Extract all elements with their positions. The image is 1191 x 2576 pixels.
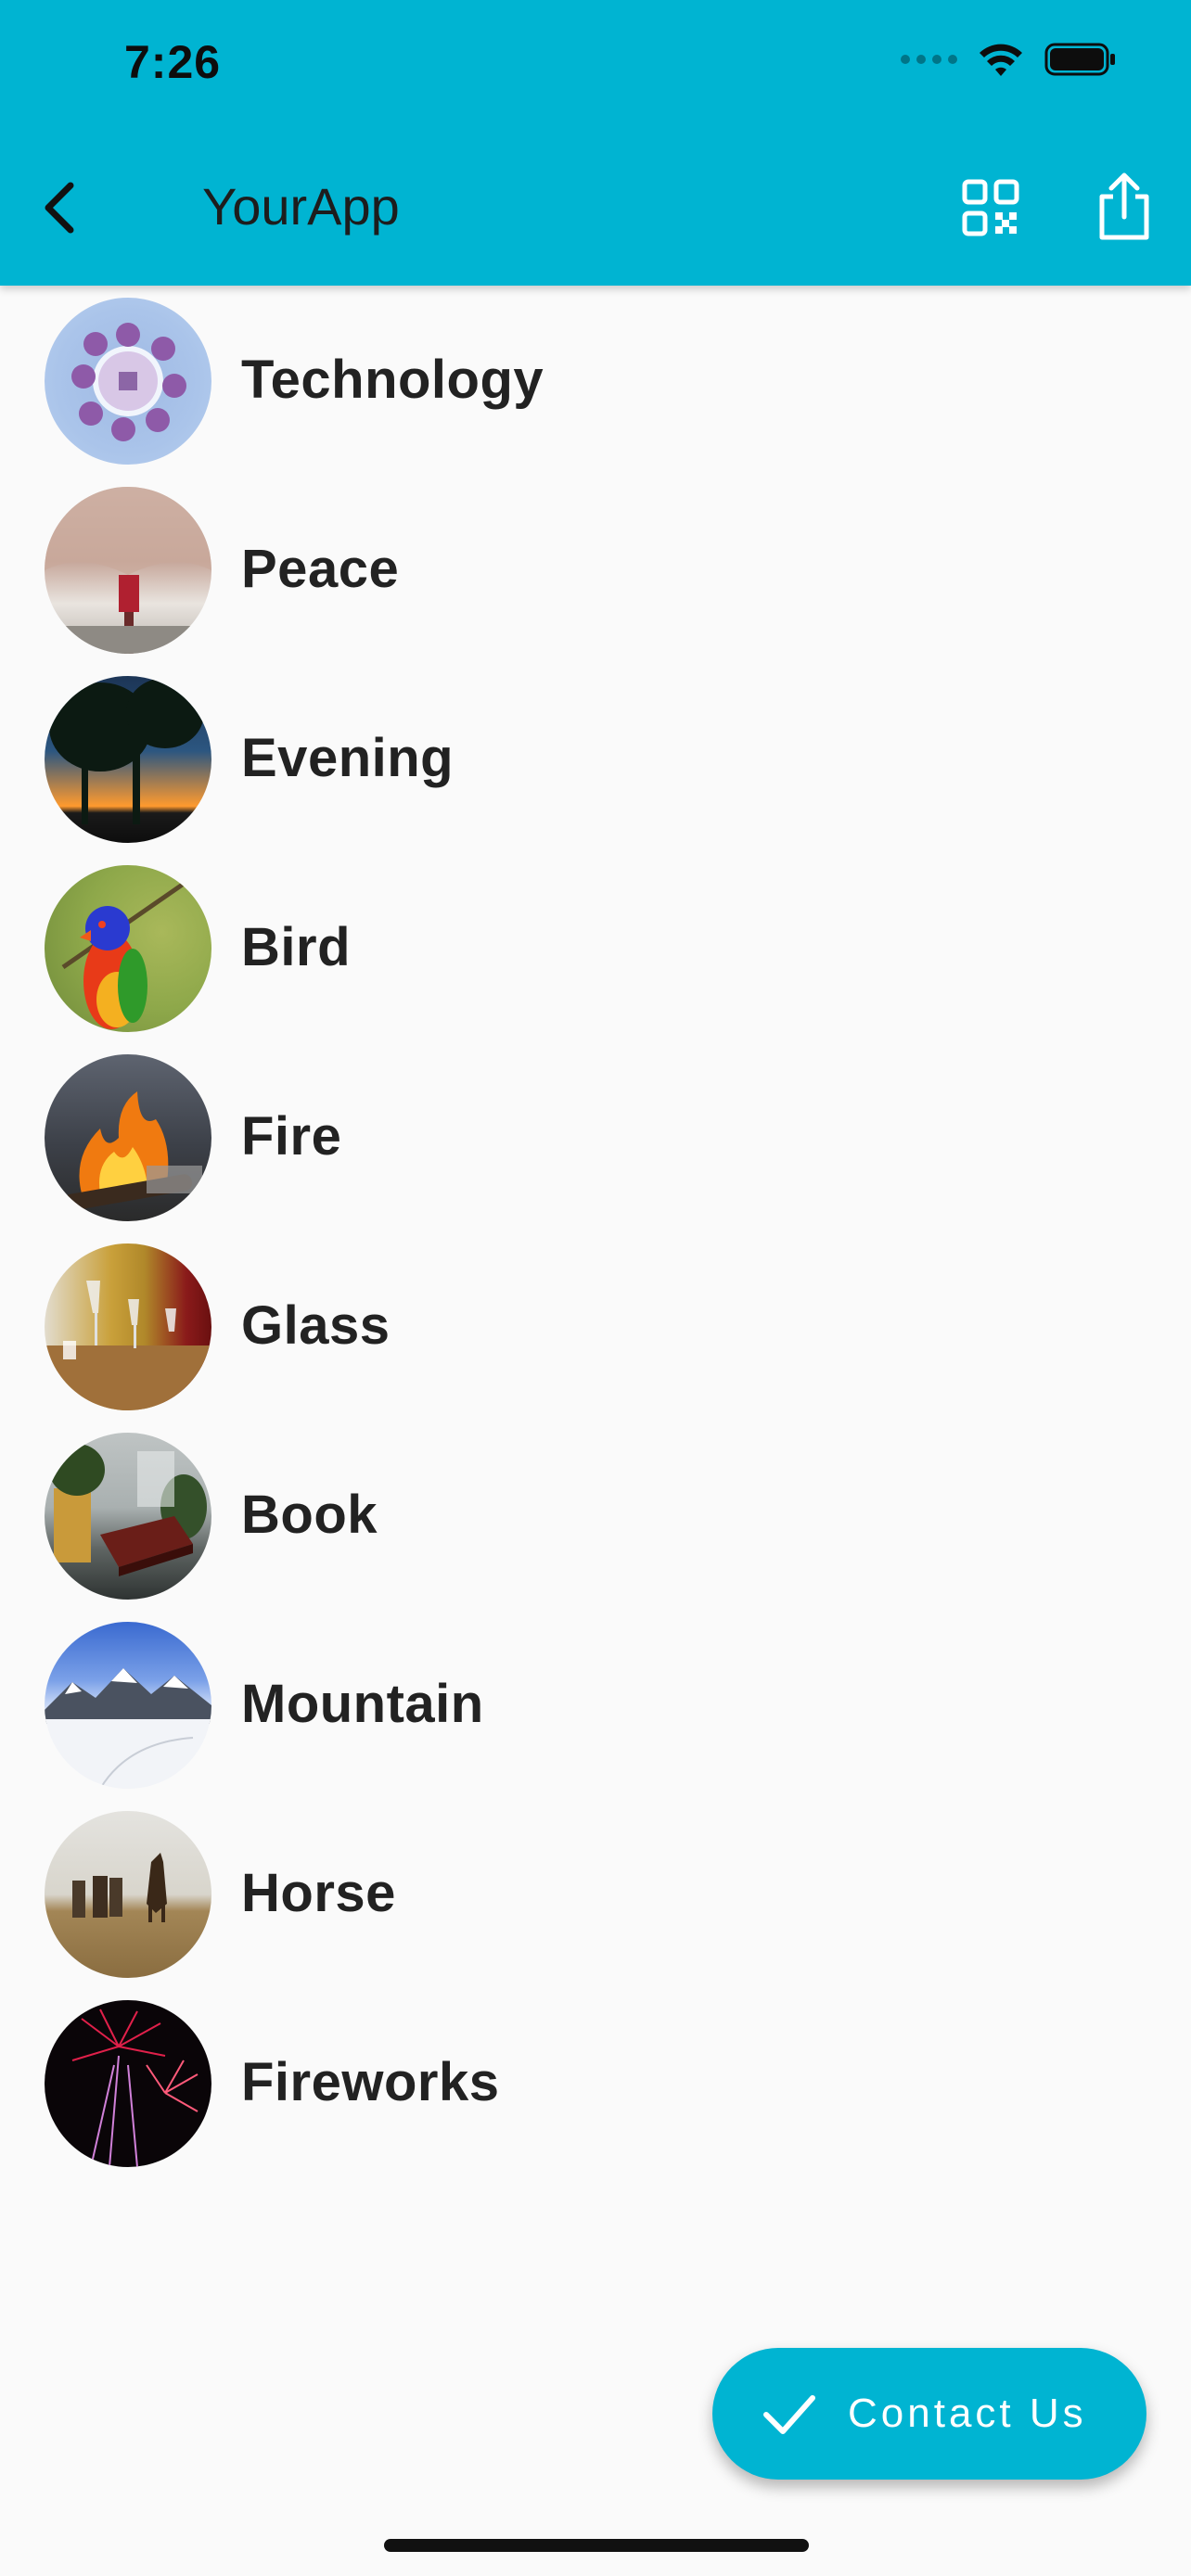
- cellular-signal-icon: [901, 55, 957, 64]
- home-indicator[interactable]: [384, 2539, 809, 2552]
- bird-avatar: [45, 865, 211, 1032]
- share-icon[interactable]: [1095, 171, 1154, 243]
- list-item-horse[interactable]: Horse: [0, 1801, 1191, 1990]
- peace-avatar: [45, 487, 211, 654]
- topic-list: Technology Peace Evening Bird Fire Glass…: [0, 287, 1191, 2179]
- list-item-label: Book: [241, 1485, 378, 1545]
- status-icons: [901, 41, 1117, 78]
- back-button[interactable]: [33, 172, 89, 243]
- list-item-mountain[interactable]: Mountain: [0, 1612, 1191, 1801]
- list-item-label: Evening: [241, 728, 455, 788]
- list-item-bird[interactable]: Bird: [0, 855, 1191, 1044]
- screen: 7:26 YourApp Technology Peace Evening Bi…: [0, 0, 1191, 2576]
- glass-avatar: [45, 1243, 211, 1410]
- list-item-peace[interactable]: Peace: [0, 477, 1191, 666]
- list-item-label: Bird: [241, 917, 351, 977]
- qr-code-icon[interactable]: [961, 178, 1020, 237]
- app-header: 7:26 YourApp: [0, 0, 1191, 286]
- list-item-book[interactable]: Book: [0, 1422, 1191, 1612]
- page-title: YourApp: [202, 177, 400, 236]
- evening-avatar: [45, 676, 211, 843]
- wifi-icon: [980, 44, 1022, 76]
- contact-us-label: Contact Us: [848, 2391, 1087, 2436]
- book-avatar: [45, 1433, 211, 1600]
- list-item-fireworks[interactable]: Fireworks: [0, 1990, 1191, 2179]
- list-item-label: Horse: [241, 1863, 396, 1923]
- list-item-label: Mountain: [241, 1674, 484, 1734]
- check-icon: [763, 2395, 815, 2434]
- battery-icon: [1044, 43, 1115, 76]
- list-item-fire[interactable]: Fire: [0, 1044, 1191, 1233]
- fireworks-avatar: [45, 2000, 211, 2167]
- technology-avatar: [45, 298, 211, 465]
- list-item-label: Glass: [241, 1295, 391, 1356]
- list-item-evening[interactable]: Evening: [0, 666, 1191, 855]
- mountain-avatar: [45, 1622, 211, 1789]
- fire-avatar: [45, 1054, 211, 1221]
- list-item-label: Technology: [241, 350, 544, 410]
- list-item-technology[interactable]: Technology: [0, 287, 1191, 477]
- list-item-label: Fire: [241, 1106, 342, 1167]
- horse-avatar: [45, 1811, 211, 1978]
- status-time: 7:26: [124, 36, 222, 88]
- list-item-label: Peace: [241, 539, 400, 599]
- list-item-glass[interactable]: Glass: [0, 1233, 1191, 1422]
- contact-us-button[interactable]: Contact Us: [712, 2348, 1146, 2480]
- list-item-label: Fireworks: [241, 2052, 500, 2112]
